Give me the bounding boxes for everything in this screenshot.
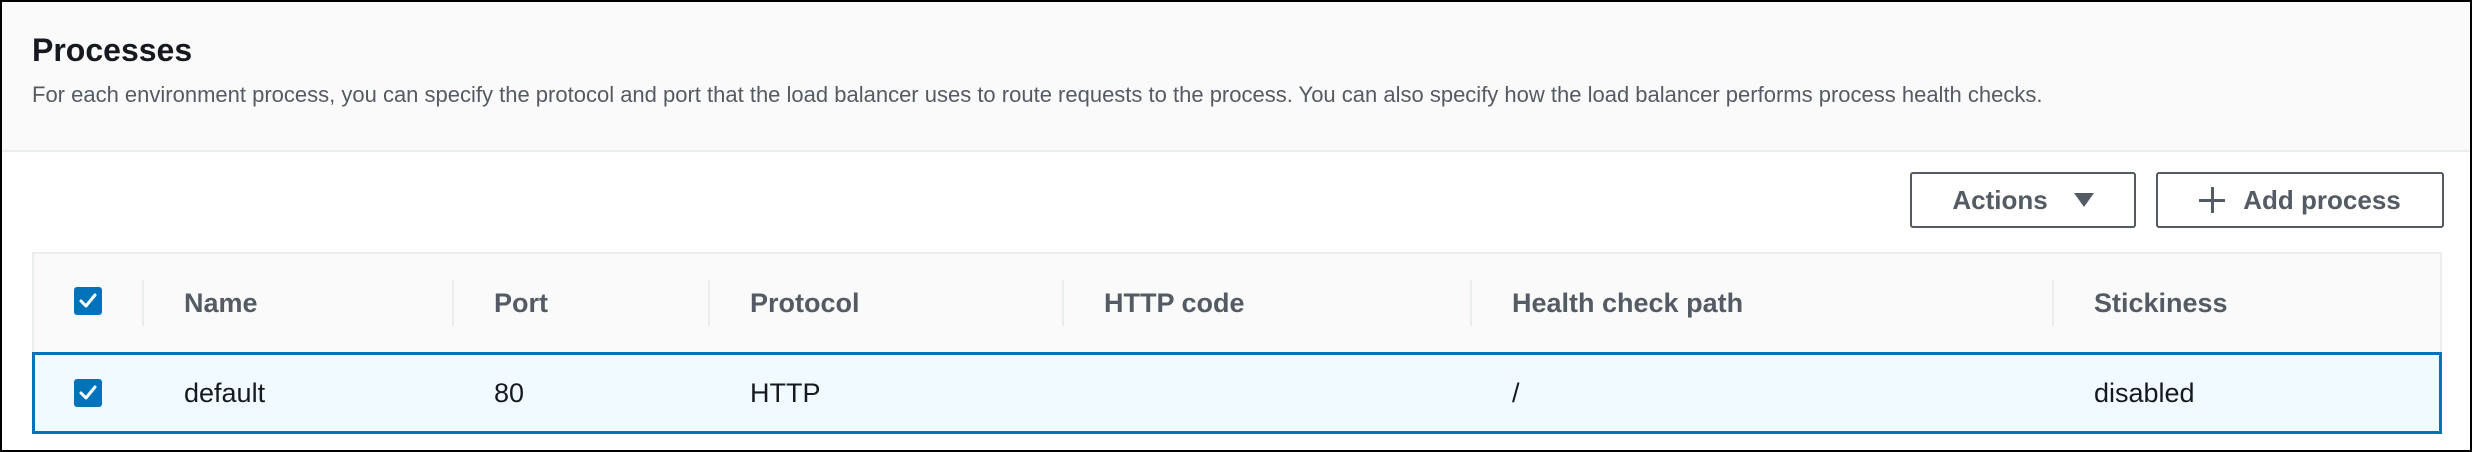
- column-header-health-check-path[interactable]: Health check path: [1512, 254, 1743, 352]
- processes-panel: Processes For each environment process, …: [0, 0, 2472, 452]
- table-row[interactable]: default 80 HTTP / disabled: [32, 352, 2442, 434]
- table-header: Name Port Protocol HTTP code Health chec…: [34, 254, 2440, 354]
- add-process-button[interactable]: Add process: [2156, 172, 2444, 228]
- column-header-protocol[interactable]: Protocol: [750, 254, 860, 352]
- column-header-http-code[interactable]: HTTP code: [1104, 254, 1245, 352]
- column-header-name[interactable]: Name: [184, 254, 258, 352]
- caret-down-icon: [2073, 193, 2094, 207]
- row-checkbox[interactable]: [74, 379, 102, 407]
- panel-title: Processes: [32, 32, 193, 68]
- processes-table: Name Port Protocol HTTP code Health chec…: [32, 252, 2442, 434]
- column-divider: [708, 280, 710, 326]
- actions-dropdown-button[interactable]: Actions: [1910, 172, 2136, 228]
- cell-name: default: [184, 378, 266, 408]
- actions-button-label: Actions: [1952, 184, 2048, 215]
- checkmark-icon: [79, 293, 97, 308]
- column-header-stickiness[interactable]: Stickiness: [2094, 254, 2228, 352]
- panel-header: Processes For each environment process, …: [2, 2, 2470, 152]
- add-process-button-label: Add process: [2243, 184, 2401, 215]
- cell-health-check-path: /: [1512, 378, 1520, 408]
- column-divider: [452, 280, 454, 326]
- panel-description: For each environment process, you can sp…: [32, 82, 2043, 107]
- column-divider: [1062, 280, 1064, 326]
- checkmark-icon: [79, 385, 97, 400]
- select-all-checkbox[interactable]: [74, 287, 102, 315]
- cell-protocol: HTTP: [750, 378, 821, 408]
- cell-stickiness: disabled: [2094, 378, 2195, 408]
- cell-port: 80: [494, 378, 525, 408]
- column-divider: [2052, 280, 2054, 326]
- column-header-port[interactable]: Port: [494, 254, 548, 352]
- column-divider: [142, 280, 144, 326]
- column-divider: [1470, 280, 1472, 326]
- plus-icon: [2199, 187, 2226, 213]
